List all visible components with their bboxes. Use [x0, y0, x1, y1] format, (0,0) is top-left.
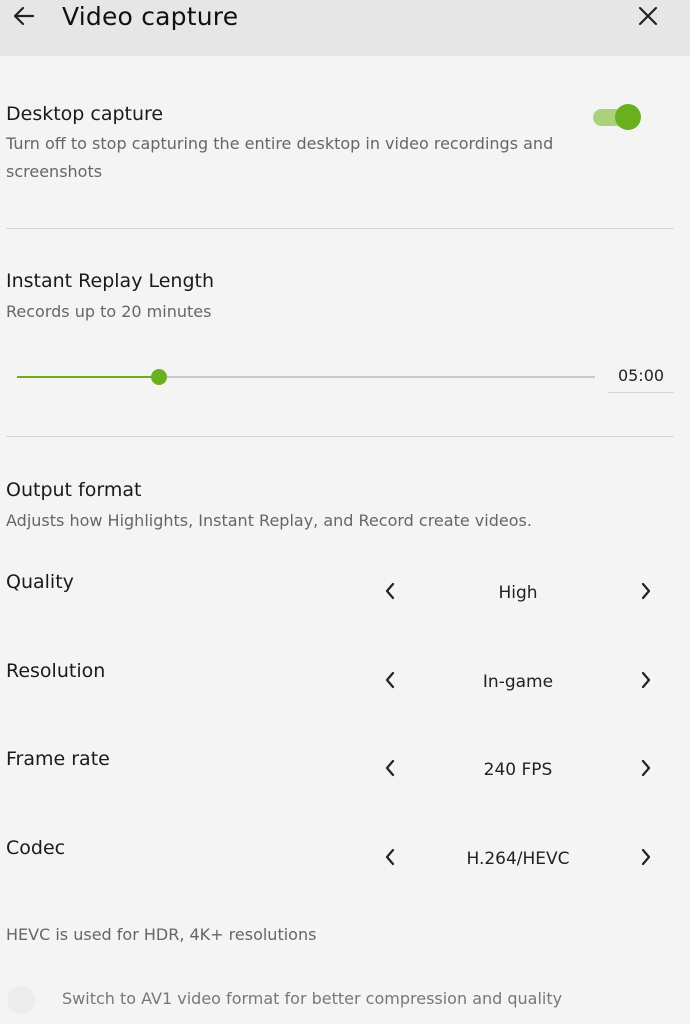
chevron-left-icon — [383, 848, 397, 870]
close-button[interactable] — [630, 0, 666, 36]
divider — [6, 228, 674, 229]
codec-label: Codec — [6, 837, 66, 859]
page-title: Video capture — [62, 2, 239, 31]
desktop-capture-description: Turn off to stop capturing the entire de… — [6, 134, 554, 181]
resolution-prev-button[interactable] — [376, 668, 404, 696]
header-bar: Video capture — [0, 0, 690, 56]
desktop-capture-toggle[interactable] — [593, 103, 643, 131]
chevron-right-icon — [639, 848, 653, 870]
chevron-right-icon — [639, 671, 653, 693]
hevc-note: HEVC is used for HDR, 4K+ resolutions — [6, 925, 317, 944]
toggle-knob — [615, 104, 641, 130]
arrow-left-icon — [11, 3, 37, 33]
codec-prev-button[interactable] — [376, 845, 404, 873]
output-format-title: Output format — [6, 479, 142, 501]
quality-next-button[interactable] — [632, 579, 660, 607]
resolution-value: In-game — [482, 672, 554, 692]
desktop-capture-title: Desktop capture — [6, 103, 164, 125]
quality-value: High — [498, 583, 538, 603]
video-capture-panel: Video capture Desktop capture Turn off t… — [0, 0, 690, 1024]
frame-rate-prev-button[interactable] — [376, 756, 404, 784]
chevron-left-icon — [383, 759, 397, 781]
codec-value: H.264/HEVC — [466, 849, 570, 869]
divider — [6, 436, 674, 437]
av1-option-label: Switch to AV1 video format for better co… — [62, 989, 563, 1008]
chevron-right-icon — [639, 759, 653, 781]
resolution-next-button[interactable] — [632, 668, 660, 696]
quality-prev-button[interactable] — [376, 579, 404, 607]
slider-thumb[interactable] — [151, 369, 167, 385]
codec-next-button[interactable] — [632, 845, 660, 873]
chevron-left-icon — [383, 671, 397, 693]
resolution-label: Resolution — [6, 660, 106, 682]
output-format-description: Adjusts how Highlights, Instant Replay, … — [6, 511, 532, 530]
frame-rate-value: 240 FPS — [483, 760, 553, 780]
chevron-right-icon — [639, 582, 653, 604]
frame-rate-next-button[interactable] — [632, 756, 660, 784]
close-icon — [637, 5, 659, 31]
back-button[interactable] — [6, 0, 42, 36]
instant-replay-title: Instant Replay Length — [6, 270, 215, 292]
replay-length-input[interactable]: 05:00 — [608, 362, 674, 393]
chevron-left-icon — [383, 582, 397, 604]
slider-fill — [17, 376, 159, 378]
instant-replay-slider[interactable] — [17, 366, 595, 388]
av1-checkbox[interactable] — [7, 986, 35, 1014]
quality-label: Quality — [6, 571, 74, 593]
frame-rate-label: Frame rate — [6, 748, 110, 770]
instant-replay-description: Records up to 20 minutes — [6, 302, 212, 321]
